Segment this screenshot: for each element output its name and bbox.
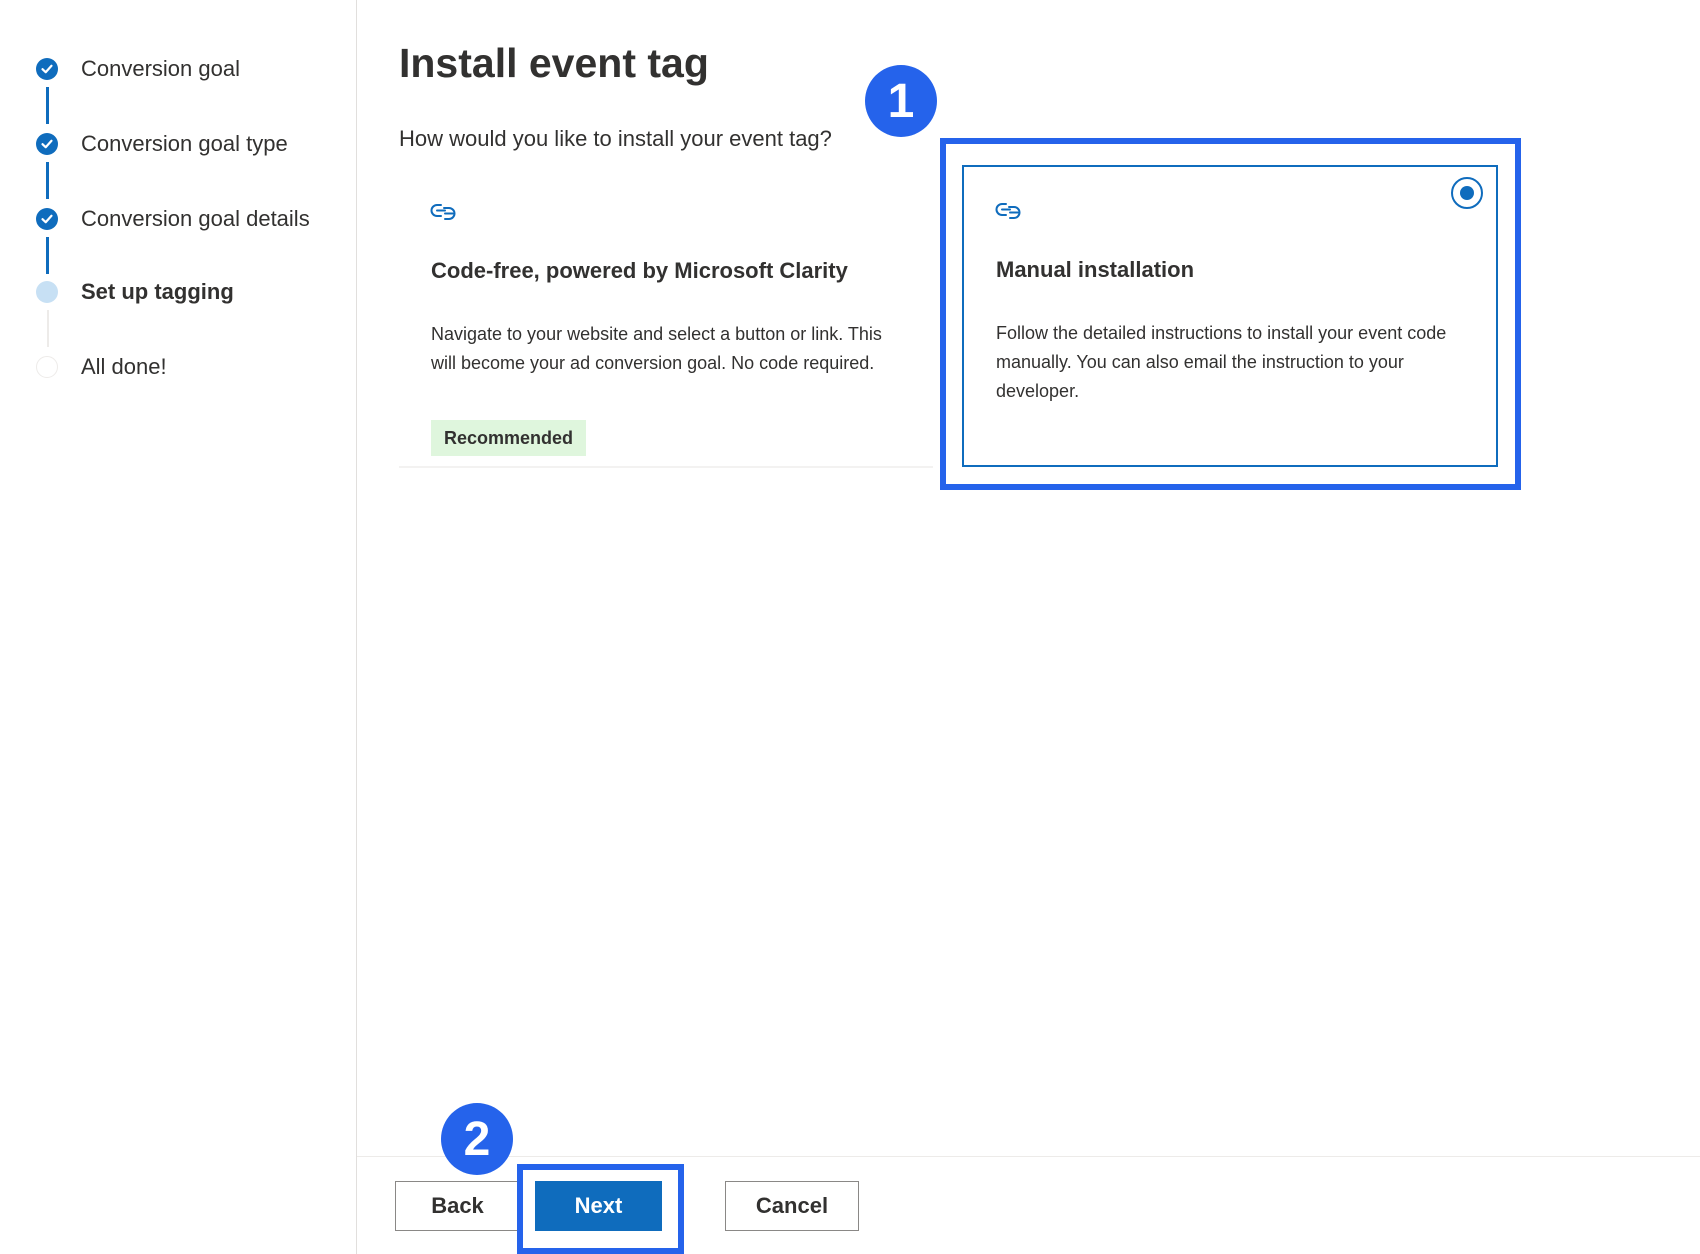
recommended-badge: Recommended bbox=[431, 420, 587, 456]
step-conversion-goal[interactable]: Conversion goal bbox=[36, 54, 240, 84]
step-marker-1: 1 bbox=[865, 65, 937, 137]
wizard-stepper: Conversion goal Conversion goal type Con… bbox=[0, 0, 357, 1254]
step-marker-2: 2 bbox=[441, 1103, 513, 1175]
option-card-code-free[interactable]: Code-free, powered by Microsoft Clarity … bbox=[399, 168, 933, 468]
step-label: Set up tagging bbox=[81, 279, 234, 304]
step-conversion-goal-type[interactable]: Conversion goal type bbox=[36, 129, 288, 159]
option-description: Navigate to your website and select a bu… bbox=[431, 324, 882, 373]
option-title: Code-free, powered by Microsoft Clarity bbox=[431, 258, 848, 283]
install-question: How would you like to install your event… bbox=[399, 126, 832, 151]
check-circle-icon bbox=[36, 133, 58, 155]
check-circle-icon bbox=[36, 58, 58, 80]
step-set-up-tagging[interactable]: Set up tagging bbox=[36, 277, 234, 307]
step-label: Conversion goal type bbox=[81, 131, 288, 156]
step-conversion-goal-details[interactable]: Conversion goal details bbox=[36, 204, 310, 234]
page-title: Install event tag bbox=[399, 40, 709, 86]
highlight-next-button bbox=[517, 1164, 684, 1254]
step-label: All done! bbox=[81, 354, 167, 379]
back-button[interactable]: Back bbox=[395, 1181, 520, 1231]
step-label: Conversion goal details bbox=[81, 206, 310, 231]
footer-divider bbox=[357, 1156, 1700, 1157]
current-step-icon bbox=[36, 281, 58, 303]
highlight-manual-installation bbox=[940, 138, 1521, 490]
check-circle-icon bbox=[36, 208, 58, 230]
step-label: Conversion goal bbox=[81, 56, 240, 81]
step-connector bbox=[46, 237, 49, 274]
cancel-button[interactable]: Cancel bbox=[725, 1181, 859, 1231]
step-connector bbox=[46, 162, 49, 199]
link-icon bbox=[430, 204, 456, 220]
step-connector bbox=[47, 310, 49, 347]
step-all-done: All done! bbox=[36, 352, 167, 382]
pending-step-icon bbox=[36, 356, 58, 378]
step-connector bbox=[46, 87, 49, 124]
